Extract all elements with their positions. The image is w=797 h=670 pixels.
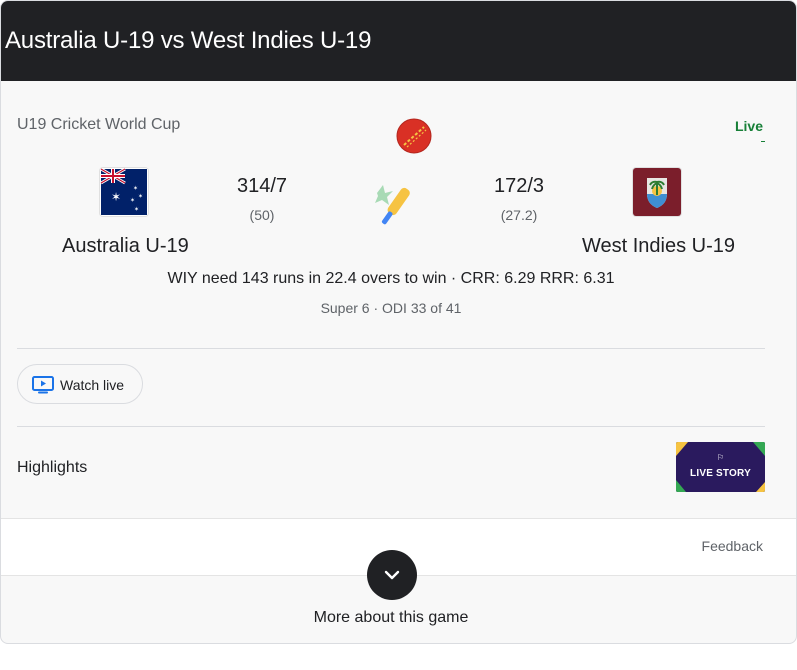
- live-story-text: LIVE STORY: [690, 468, 751, 479]
- svg-text:✶: ✶: [134, 206, 139, 213]
- svg-text:✶: ✶: [111, 190, 121, 204]
- live-story-graphic: ⚐: [676, 442, 765, 492]
- chevron-down-icon: [384, 570, 400, 580]
- team-b-overs: (27.2): [500, 207, 538, 223]
- cricket-ball-icon: [396, 118, 432, 154]
- match-title: Australia U-19 vs West Indies U-19: [5, 27, 372, 54]
- live-story-thumbnail[interactable]: ⚐ LIVE STORY: [676, 442, 765, 492]
- cricket-bat-icon: [375, 185, 410, 225]
- tournament-name[interactable]: U19 Cricket World Cup: [17, 115, 180, 135]
- match-status: WIY need 143 runs in 22.4 overs to win ·…: [167, 270, 615, 287]
- team-a-score: 314/7: [236, 175, 288, 197]
- tv-play-icon: [32, 376, 54, 394]
- watch-live-button[interactable]: Watch live: [17, 364, 143, 404]
- more-about-game-button[interactable]: [367, 550, 417, 600]
- live-badge: Live: [734, 118, 763, 134]
- live-underline: [761, 141, 765, 142]
- team-a-name[interactable]: Australia U-19: [62, 234, 189, 258]
- team-b-score: 172/3: [493, 175, 545, 197]
- series-info: Super 6 · ODI 33 of 41: [320, 300, 462, 316]
- divider: [17, 348, 765, 349]
- team-a-overs: (50): [249, 207, 275, 223]
- svg-text:✶: ✶: [133, 185, 138, 192]
- highlights-heading: Highlights: [17, 459, 88, 476]
- svg-text:⚐: ⚐: [717, 453, 724, 462]
- west-indies-flag: [633, 168, 681, 216]
- watch-live-label: Watch live: [60, 377, 125, 393]
- australia-flag: ✶ ✶ ✶ ✶ ✶: [100, 168, 148, 216]
- match-header: Australia U-19 vs West Indies U-19: [1, 1, 796, 81]
- divider: [17, 426, 765, 427]
- more-about-game-label[interactable]: More about this game: [1, 608, 781, 628]
- svg-text:✶: ✶: [130, 197, 135, 204]
- svg-text:✶: ✶: [138, 193, 143, 200]
- feedback-link[interactable]: Feedback: [702, 537, 763, 555]
- team-b-name[interactable]: West Indies U-19: [582, 234, 735, 258]
- match-card: Australia U-19 vs West Indies U-19 U19 C…: [0, 0, 797, 644]
